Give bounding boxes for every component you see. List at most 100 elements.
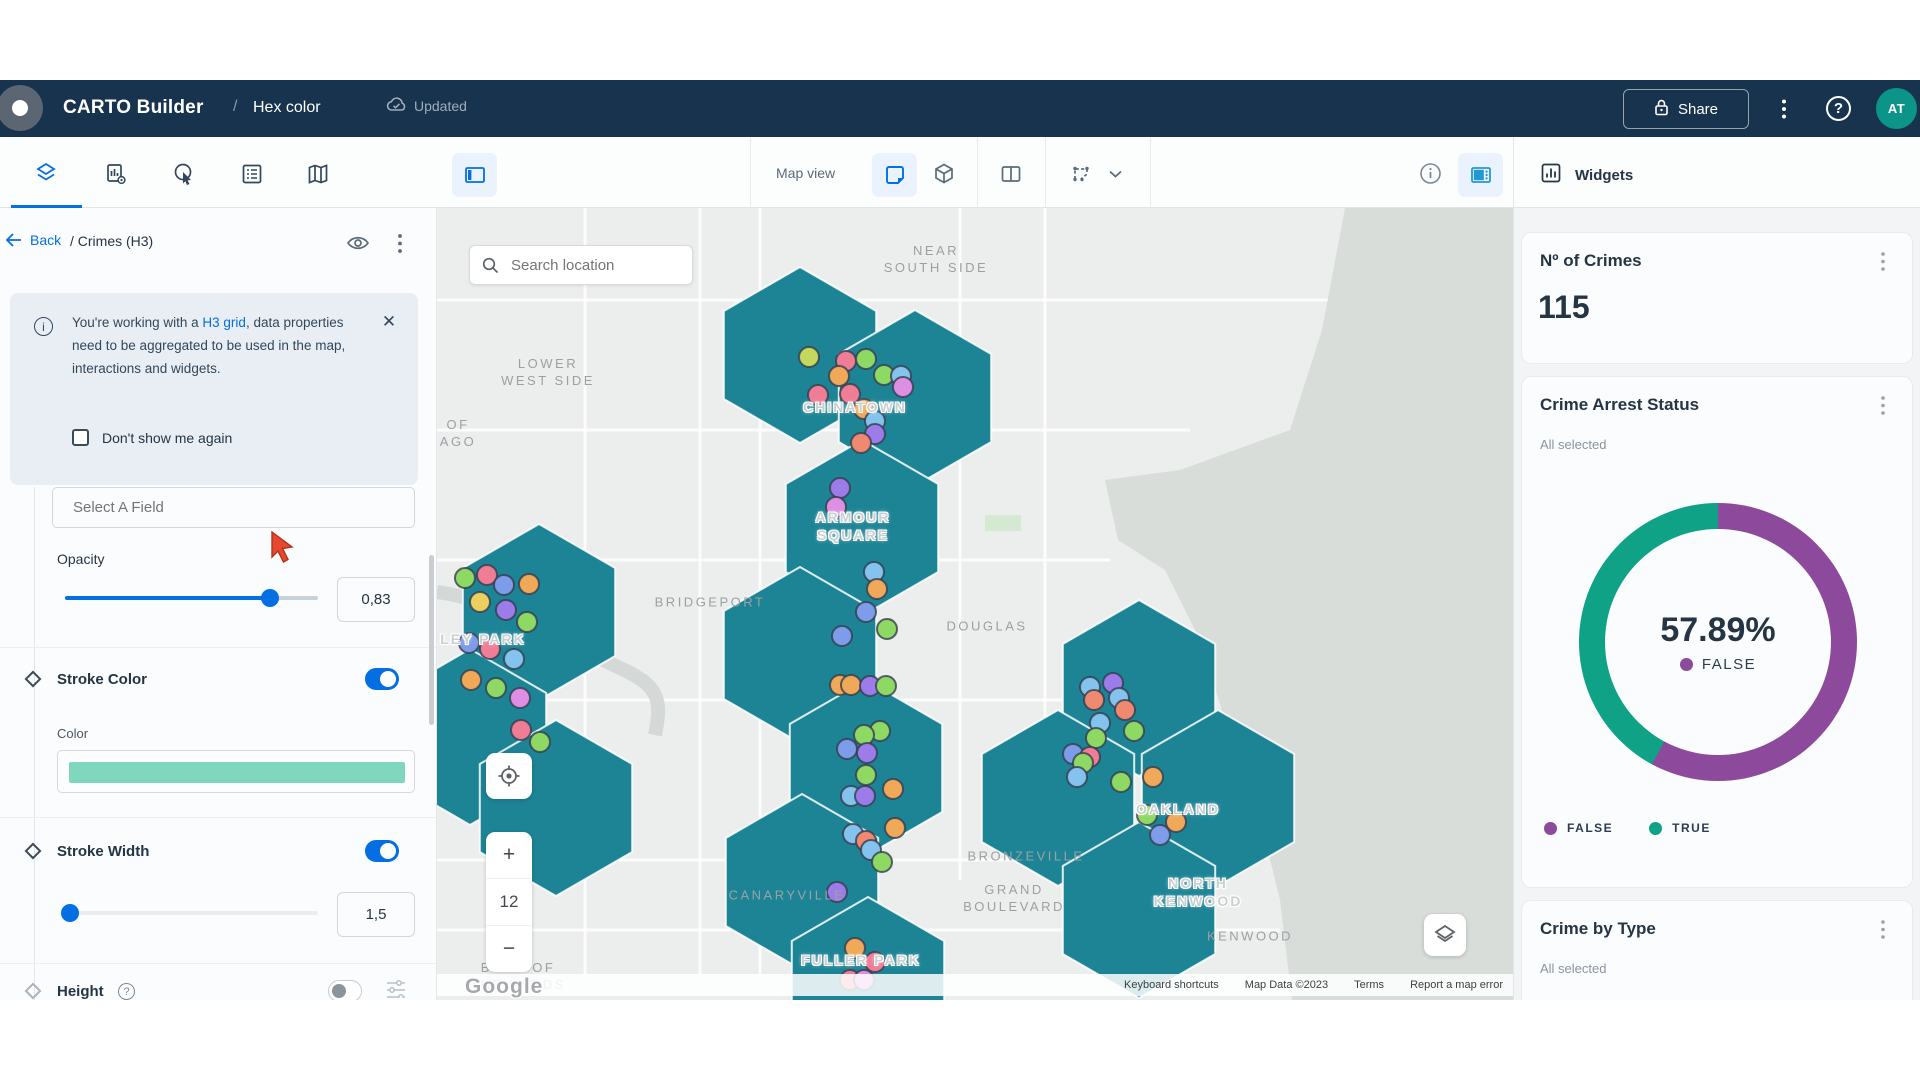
terms-link[interactable]: Terms bbox=[1354, 979, 1384, 991]
crime-point[interactable] bbox=[872, 852, 892, 872]
zoom-out-button[interactable]: − bbox=[486, 926, 532, 972]
interactions-tab-icon[interactable] bbox=[172, 162, 194, 184]
h3-grid-link[interactable]: H3 grid bbox=[202, 315, 246, 330]
crime-point[interactable] bbox=[511, 720, 531, 740]
share-button[interactable]: Share bbox=[1623, 89, 1749, 129]
crime-point[interactable] bbox=[799, 347, 819, 367]
search-input[interactable] bbox=[509, 256, 669, 275]
crime-point[interactable] bbox=[827, 882, 847, 902]
stroke-width-slider-handle[interactable] bbox=[61, 904, 79, 922]
panel-scrollbar[interactable] bbox=[429, 555, 434, 725]
crime-point[interactable] bbox=[867, 579, 887, 599]
widget-menu-icon[interactable] bbox=[1874, 249, 1892, 273]
info-icon[interactable] bbox=[1419, 162, 1441, 184]
layer-visibility-toggle[interactable] bbox=[345, 230, 371, 256]
crime-point[interactable] bbox=[455, 568, 475, 588]
crime-point[interactable] bbox=[856, 349, 876, 369]
crime-point[interactable] bbox=[459, 633, 479, 653]
stroke-width-value[interactable]: 1,5 bbox=[337, 892, 415, 937]
crime-point[interactable] bbox=[851, 433, 871, 453]
stroke-width-toggle[interactable] bbox=[365, 840, 399, 862]
locate-me-button[interactable] bbox=[486, 753, 532, 799]
crime-point[interactable] bbox=[510, 688, 530, 708]
view-2d-button[interactable] bbox=[872, 153, 917, 197]
widget-menu-icon[interactable] bbox=[1874, 393, 1892, 417]
height-settings-icon[interactable] bbox=[385, 978, 407, 1000]
dont-show-again-checkbox[interactable] bbox=[72, 429, 89, 446]
legend-item-false[interactable]: FALSE bbox=[1544, 821, 1613, 835]
select-tool-chevron[interactable] bbox=[1108, 166, 1130, 188]
crime-point[interactable] bbox=[893, 377, 913, 397]
crime-point[interactable] bbox=[1111, 772, 1131, 792]
keyboard-shortcuts-link[interactable]: Keyboard shortcuts bbox=[1124, 979, 1219, 991]
crime-point[interactable] bbox=[1137, 805, 1157, 825]
crime-point[interactable] bbox=[1124, 721, 1144, 741]
opacity-slider[interactable] bbox=[65, 596, 318, 600]
header-more-menu[interactable] bbox=[1772, 89, 1796, 129]
crime-point[interactable] bbox=[830, 478, 850, 498]
crime-point[interactable] bbox=[877, 619, 897, 639]
crime-point[interactable] bbox=[854, 725, 874, 745]
crime-point[interactable] bbox=[829, 366, 849, 386]
stroke-color-picker[interactable] bbox=[57, 750, 415, 793]
crime-point[interactable] bbox=[504, 649, 524, 669]
close-icon[interactable]: ✕ bbox=[378, 311, 400, 333]
right-panel-toggle[interactable] bbox=[1458, 153, 1503, 197]
back-button[interactable]: Back bbox=[5, 232, 61, 248]
crime-point[interactable] bbox=[885, 818, 905, 838]
crime-point[interactable] bbox=[837, 739, 857, 759]
map-canvas[interactable]: NEAR SOUTH SIDELOWER WEST SIDEOF AGOBRID… bbox=[437, 208, 1513, 1000]
view-3d-button[interactable] bbox=[932, 162, 954, 184]
basemap-layers-button[interactable] bbox=[1424, 914, 1466, 956]
crime-point[interactable] bbox=[530, 732, 550, 752]
left-panel-toggle[interactable] bbox=[452, 153, 497, 197]
crime-point[interactable] bbox=[865, 952, 885, 972]
crime-point[interactable] bbox=[496, 600, 516, 620]
widgets-settings-tab-icon[interactable] bbox=[104, 162, 126, 184]
crime-point[interactable] bbox=[1150, 825, 1170, 845]
crime-point[interactable] bbox=[845, 938, 865, 958]
opacity-slider-handle[interactable] bbox=[261, 589, 279, 607]
crime-point[interactable] bbox=[517, 612, 537, 632]
crime-point[interactable] bbox=[486, 678, 506, 698]
select-tool-button[interactable] bbox=[1070, 162, 1092, 184]
crime-point[interactable] bbox=[480, 639, 500, 659]
crime-point[interactable] bbox=[1067, 767, 1087, 787]
crime-point[interactable] bbox=[1084, 690, 1104, 710]
fill-color-field-select[interactable] bbox=[52, 487, 415, 528]
crime-point[interactable] bbox=[494, 575, 514, 595]
layers-tab-icon[interactable] bbox=[35, 162, 57, 184]
crime-point[interactable] bbox=[1086, 728, 1106, 748]
widget-menu-icon[interactable] bbox=[1874, 917, 1892, 941]
help-icon[interactable]: ? bbox=[1826, 96, 1851, 121]
layer-more-menu[interactable] bbox=[390, 230, 410, 256]
crime-point[interactable] bbox=[1143, 767, 1163, 787]
crime-point[interactable] bbox=[832, 626, 852, 646]
crime-point[interactable] bbox=[856, 602, 876, 622]
zoom-in-button[interactable]: + bbox=[486, 832, 532, 878]
crime-point[interactable] bbox=[808, 385, 828, 405]
crime-point[interactable] bbox=[856, 765, 876, 785]
crime-point[interactable] bbox=[461, 670, 481, 690]
crime-point[interactable] bbox=[857, 743, 877, 763]
crime-point[interactable] bbox=[1115, 700, 1135, 720]
height-toggle[interactable] bbox=[328, 980, 362, 1000]
legend-item-true[interactable]: TRUE bbox=[1649, 821, 1711, 835]
crime-point[interactable] bbox=[855, 786, 875, 806]
crime-point[interactable] bbox=[876, 676, 896, 696]
crime-point[interactable] bbox=[841, 675, 861, 695]
arrest-status-donut-chart[interactable]: 57.89% FALSE bbox=[1579, 503, 1857, 781]
crime-point[interactable] bbox=[519, 574, 539, 594]
map-search[interactable] bbox=[469, 245, 693, 285]
stroke-width-slider[interactable] bbox=[65, 911, 318, 915]
report-error-link[interactable]: Report a map error bbox=[1410, 979, 1503, 991]
avatar[interactable]: AT bbox=[1876, 88, 1917, 129]
height-help-icon[interactable]: ? bbox=[118, 983, 135, 1000]
stroke-color-toggle[interactable] bbox=[365, 668, 399, 690]
crime-point[interactable] bbox=[470, 592, 490, 612]
basemap-tab-icon[interactable] bbox=[306, 162, 328, 184]
crime-point[interactable] bbox=[826, 497, 846, 517]
split-view-button[interactable] bbox=[999, 162, 1021, 184]
opacity-value[interactable]: 0,83 bbox=[337, 577, 415, 622]
crime-point[interactable] bbox=[883, 779, 903, 799]
